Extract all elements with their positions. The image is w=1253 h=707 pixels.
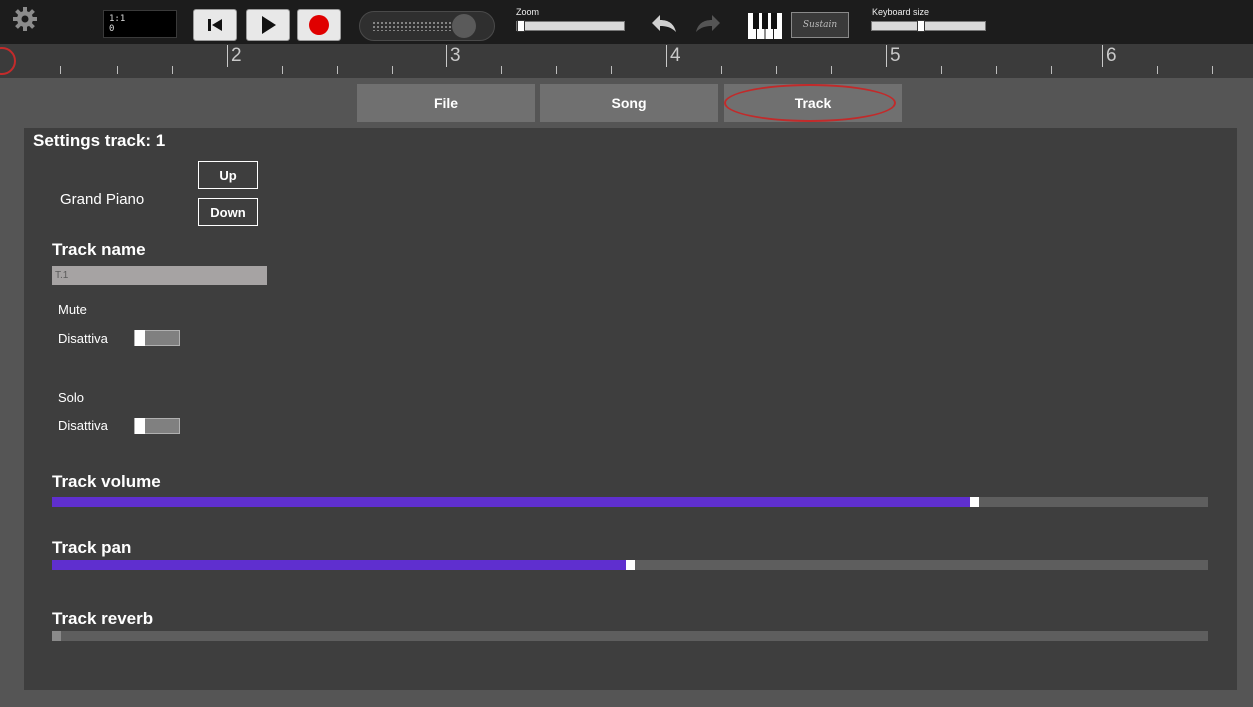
ruler-tick [611,66,612,74]
ruler-bar-2: 2 [227,45,242,67]
record-button[interactable] [297,9,341,41]
instrument-name: Grand Piano [60,191,145,208]
mute-state: Disattiva [58,331,108,346]
ruler-tick [60,66,61,74]
track-reverb-thumb[interactable] [52,631,61,641]
ruler-tick [776,66,777,74]
track-pan-label: Track pan [52,538,132,557]
ruler-tick [337,66,338,74]
solo-toggle[interactable] [134,418,180,434]
ruler-tick [721,66,722,74]
position-tick: 0 [109,24,115,34]
solo-toggle-knob [135,418,145,434]
top-toolbar: 1:1 0 Zoom Sustain Keyboard size [0,0,1253,44]
track-pan-fill [52,560,626,570]
ruler-tick [501,66,502,74]
ruler-bar-4: 4 [666,45,681,67]
mute-toggle-knob [135,330,145,346]
ruler-bar-5: 5 [886,45,901,67]
track-name-input[interactable] [52,266,267,285]
ruler-tick [1212,66,1213,74]
track-volume-thumb[interactable] [970,497,979,507]
tab-file[interactable]: File [357,84,535,122]
mute-label: Mute [58,302,87,317]
ruler-tick [172,66,173,74]
record-icon [309,15,329,35]
gear-icon[interactable] [12,6,38,32]
position-bar-beat: 1:1 [109,14,126,24]
solo-state: Disattiva [58,418,108,433]
track-volume-label: Track volume [52,472,161,491]
play-button[interactable] [246,9,290,41]
rewind-button[interactable] [193,9,237,41]
move-up-button[interactable]: Up [198,161,258,189]
undo-icon[interactable] [650,12,678,34]
ruler-tick [996,66,997,74]
ruler-tick [392,66,393,74]
track-pan-slider[interactable] [52,560,1208,570]
ruler-bar-3: 3 [446,45,461,67]
ruler-tick [941,66,942,74]
zoom-slider-thumb[interactable] [517,20,525,32]
tempo-wheel[interactable] [359,11,495,41]
play-icon [262,16,276,34]
tab-track-highlight [724,84,896,122]
keyboard-size-slider[interactable] [871,20,986,32]
position-display: 1:1 0 [103,10,177,38]
mute-toggle[interactable] [134,330,180,346]
track-settings-panel: Settings track: 1 Grand Piano Up Down Tr… [24,128,1237,690]
ruler-tick [1157,66,1158,74]
ruler-bar-6: 6 [1102,45,1117,67]
ruler-tick [831,66,832,74]
track-reverb-slider[interactable] [52,631,1208,641]
solo-label: Solo [58,390,85,405]
sustain-button[interactable]: Sustain [791,12,849,38]
redo-icon[interactable] [694,12,722,34]
zoom-label: Zoom [516,7,540,17]
track-volume-slider[interactable] [52,497,1208,507]
ruler-tick [1051,66,1052,74]
move-down-button[interactable]: Down [198,198,258,226]
track-name-label: Track name [52,240,146,259]
playhead-marker[interactable] [0,47,16,75]
piano-keys-icon[interactable] [747,11,783,41]
panel-title: Settings track: 1 [33,131,166,150]
zoom-slider[interactable] [516,20,625,32]
skip-to-start-icon [208,19,222,31]
ruler-tick [556,66,557,74]
tab-song[interactable]: Song [540,84,718,122]
track-volume-fill [52,497,970,507]
ruler-tick [282,66,283,74]
tempo-wheel-knob[interactable] [452,14,476,38]
keyboard-size-slider-thumb[interactable] [917,20,925,32]
keyboard-size-label: Keyboard size [872,7,930,17]
track-pan-thumb[interactable] [626,560,635,570]
timeline-ruler[interactable]: 2 3 4 5 6 [0,44,1253,78]
ruler-tick [117,66,118,74]
track-reverb-label: Track reverb [52,609,154,628]
